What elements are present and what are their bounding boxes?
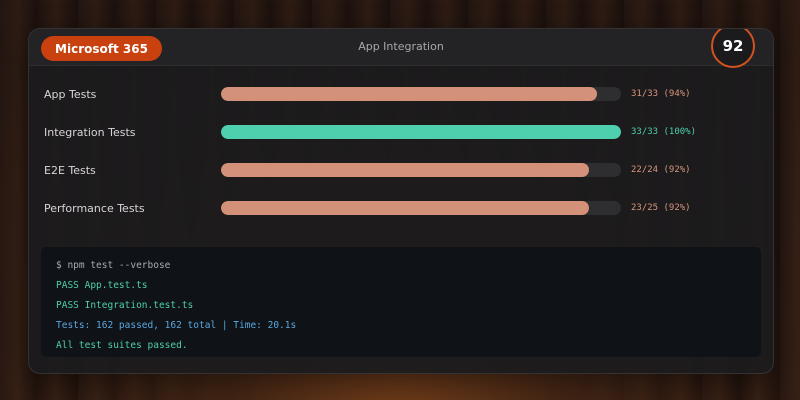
terminal-line: PASS App.test.ts: [56, 280, 148, 291]
progress-track: [221, 163, 621, 177]
test-row-value: 23/25 (92%): [631, 203, 691, 213]
test-row-value: 22/24 (92%): [631, 165, 691, 175]
progress-track: [221, 87, 621, 101]
test-row-label: Performance Tests: [44, 202, 145, 215]
window-header: Microsoft 365 App Integration: [29, 29, 773, 66]
progress-track: [221, 125, 621, 139]
progress-fill: [221, 201, 589, 215]
test-row: App Tests 31/33 (94%): [29, 77, 773, 115]
test-row: Integration Tests 33/33 (100%): [29, 115, 773, 153]
test-suite-list: App Tests 31/33 (94%) Integration Tests …: [29, 77, 773, 229]
test-row: Performance Tests 23/25 (92%): [29, 191, 773, 229]
progress-fill: [221, 163, 589, 177]
terminal-output: $ npm test --verbose PASS App.test.ts PA…: [41, 247, 761, 357]
progress-fill: [221, 125, 621, 139]
terminal-line: $ npm test --verbose: [56, 260, 171, 271]
terminal-line: All test suites passed.: [56, 340, 188, 351]
test-row-label: App Tests: [44, 88, 97, 101]
test-row: E2E Tests 22/24 (92%): [29, 153, 773, 191]
test-results-window: Microsoft 365 App Integration 92 App Tes…: [28, 28, 774, 374]
terminal-line: PASS Integration.test.ts: [56, 300, 194, 311]
test-row-value: 31/33 (94%): [631, 89, 691, 99]
terminal-line: Tests: 162 passed, 162 total | Time: 20.…: [56, 320, 297, 331]
test-row-label: Integration Tests: [44, 126, 136, 139]
progress-fill: [221, 87, 597, 101]
test-row-value: 33/33 (100%): [631, 127, 697, 137]
progress-track: [221, 201, 621, 215]
test-row-label: E2E Tests: [44, 164, 96, 177]
window-title: App Integration: [358, 40, 444, 53]
